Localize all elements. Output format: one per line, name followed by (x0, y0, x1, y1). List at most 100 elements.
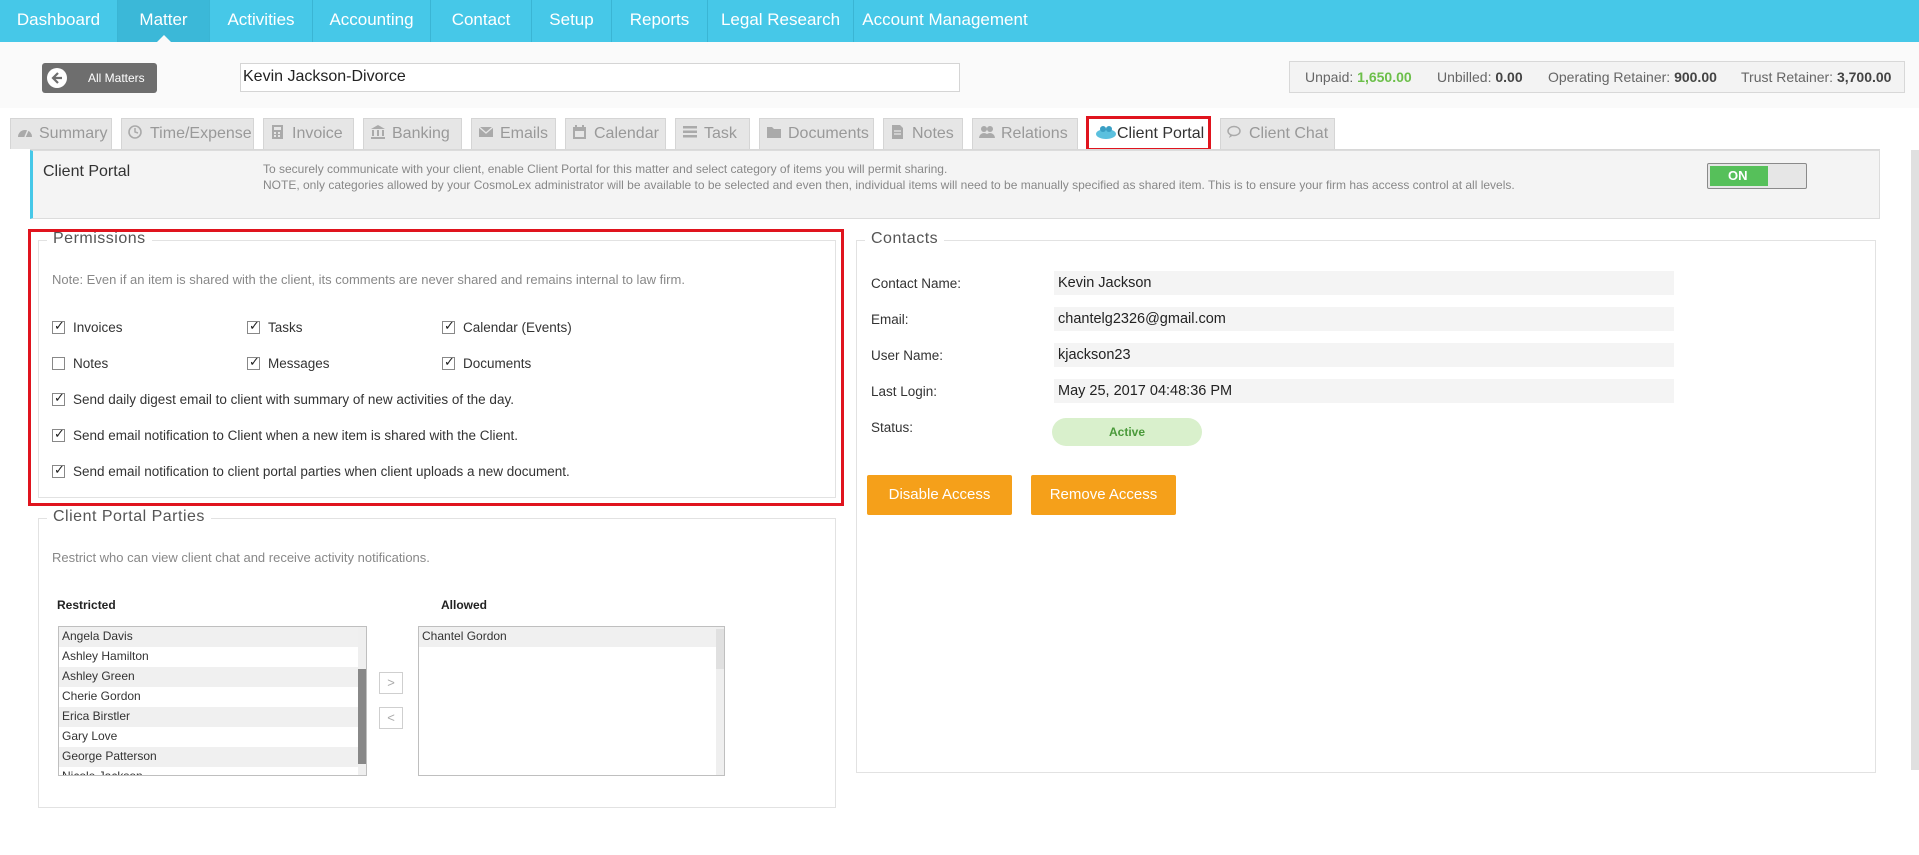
calendar-events-checkbox[interactable]: Calendar (Events) (442, 318, 572, 335)
nav-contact[interactable]: Contact (431, 0, 532, 42)
check-icon (247, 318, 260, 334)
move-left-button[interactable]: < (379, 707, 403, 729)
restricted-scrollbar[interactable] (358, 627, 366, 775)
task-list-icon (683, 126, 697, 138)
dashboard-icon (18, 129, 32, 138)
contacts-legend: Contacts (865, 230, 945, 248)
client-portal-toggle[interactable]: ON (1707, 163, 1807, 189)
allowed-scroll-thumb[interactable] (716, 629, 724, 669)
restricted-heading: Restricted (57, 598, 116, 612)
check-icon (442, 354, 455, 370)
calendar-icon (573, 125, 586, 139)
check-icon (442, 318, 455, 334)
top-nav: Dashboard Matter Activities Accounting C… (0, 0, 1919, 43)
matter-name-field[interactable]: Kevin Jackson-Divorce (240, 63, 960, 92)
tab-time-expense[interactable]: Time/Expense (121, 118, 254, 149)
list-item[interactable]: Erica Birstler (59, 707, 366, 727)
allowed-list[interactable]: Chantel Gordon (418, 626, 725, 776)
user-name-label: User Name: (871, 348, 944, 363)
list-item[interactable]: Nicole Jackson (59, 767, 366, 775)
client-portal-banner: Client Portal To securely communicate wi… (30, 150, 1880, 219)
status-badge: Active (1052, 418, 1202, 446)
last-login-label: Last Login: (871, 384, 938, 399)
restricted-list[interactable]: Angela Davis Ashley Hamilton Ashley Gree… (58, 626, 367, 776)
remove-access-button[interactable]: Remove Access (1031, 475, 1176, 515)
contact-name-value: Kevin Jackson (1054, 271, 1674, 295)
restricted-scroll-thumb[interactable] (358, 669, 366, 764)
upload-notification-checkbox[interactable]: Send email notification to client portal… (52, 462, 570, 479)
contact-name-label: Contact Name: (871, 276, 962, 291)
unchecked-box (52, 357, 65, 370)
tab-summary[interactable]: Summary (10, 118, 112, 149)
matter-header: All Matters Kevin Jackson-Divorce Unpaid… (0, 42, 1919, 108)
nav-dashboard[interactable]: Dashboard (0, 0, 118, 42)
clock-icon (128, 125, 142, 139)
nav-activities[interactable]: Activities (210, 0, 313, 42)
check-icon (247, 354, 260, 370)
tab-banking[interactable]: Banking (363, 118, 462, 149)
envelope-icon (478, 126, 494, 137)
tab-relations[interactable]: Relations (972, 118, 1078, 149)
nav-accounting[interactable]: Accounting (313, 0, 431, 42)
last-login-value: May 25, 2017 04:48:36 PM (1054, 379, 1674, 403)
list-item[interactable]: Gary Love (59, 727, 366, 747)
check-icon (52, 390, 65, 406)
list-item[interactable]: Ashley Green (59, 667, 366, 687)
parties-note: Restrict who can view client chat and re… (52, 550, 430, 565)
notes-checkbox[interactable]: Notes (52, 356, 108, 371)
new-item-notification-checkbox[interactable]: Send email notification to Client when a… (52, 426, 518, 443)
tab-calendar[interactable]: Calendar (565, 118, 666, 149)
nav-setup[interactable]: Setup (532, 0, 612, 42)
list-item[interactable]: Chantel Gordon (419, 627, 724, 647)
matter-tabs: Summary Time/Expense Invoice Banking Ema… (0, 116, 1919, 151)
unpaid-balance: Unpaid: 1,650.00 (1305, 69, 1412, 85)
email-value: chantelg2326@gmail.com (1054, 307, 1674, 331)
back-arrow-icon (47, 68, 67, 88)
client-portal-description: To securely communicate with your client… (263, 162, 1515, 192)
chat-icon (1227, 125, 1241, 138)
tab-notes[interactable]: Notes (883, 118, 963, 149)
toggle-on-label: ON (1710, 166, 1768, 186)
invoices-checkbox[interactable]: Invoices (52, 318, 123, 335)
tab-invoice[interactable]: Invoice (263, 118, 354, 149)
list-item[interactable]: Ashley Hamilton (59, 647, 366, 667)
messages-checkbox[interactable]: Messages (247, 354, 330, 371)
list-item[interactable]: Angela Davis (59, 627, 366, 647)
tab-task[interactable]: Task (675, 118, 750, 149)
calculator-icon (272, 125, 283, 139)
folder-icon (767, 127, 781, 138)
note-icon (892, 125, 903, 139)
user-name-value: kjackson23 (1054, 343, 1674, 367)
move-right-button[interactable]: > (379, 672, 403, 694)
tab-client-chat[interactable]: Client Chat (1220, 118, 1335, 149)
list-item[interactable]: George Patterson (59, 747, 366, 767)
nav-reports[interactable]: Reports (612, 0, 708, 42)
check-icon (52, 318, 65, 334)
nav-legal-research[interactable]: Legal Research (708, 0, 854, 42)
all-matters-button[interactable]: All Matters (42, 63, 157, 93)
users-icon (979, 126, 995, 138)
allowed-scrollbar[interactable] (716, 627, 724, 775)
tab-emails[interactable]: Emails (471, 118, 556, 149)
operating-retainer: Operating Retainer: 900.00 (1548, 69, 1717, 85)
daily-digest-checkbox[interactable]: Send daily digest email to client with s… (52, 390, 514, 407)
unbilled-balance: Unbilled: 0.00 (1437, 69, 1523, 85)
trust-retainer: Trust Retainer: 3,700.00 (1741, 69, 1892, 85)
parties-legend: Client Portal Parties (47, 508, 211, 526)
client-portal-icon (1096, 126, 1116, 139)
allowed-heading: Allowed (441, 598, 488, 612)
documents-checkbox[interactable]: Documents (442, 354, 531, 371)
nav-matter[interactable]: Matter (118, 0, 210, 43)
nav-account-management[interactable]: Account Management (854, 0, 1036, 42)
status-label: Status: (871, 420, 914, 435)
tab-client-portal[interactable]: Client Portal (1086, 116, 1211, 151)
all-matters-label: All Matters (88, 71, 145, 85)
check-icon (52, 462, 65, 478)
client-portal-title: Client Portal (43, 163, 131, 180)
check-icon (52, 426, 65, 442)
disable-access-button[interactable]: Disable Access (867, 475, 1012, 515)
tab-documents[interactable]: Documents (759, 118, 874, 149)
page-scrollbar[interactable] (1911, 150, 1919, 770)
list-item[interactable]: Cherie Gordon (59, 687, 366, 707)
tasks-checkbox[interactable]: Tasks (247, 318, 303, 335)
